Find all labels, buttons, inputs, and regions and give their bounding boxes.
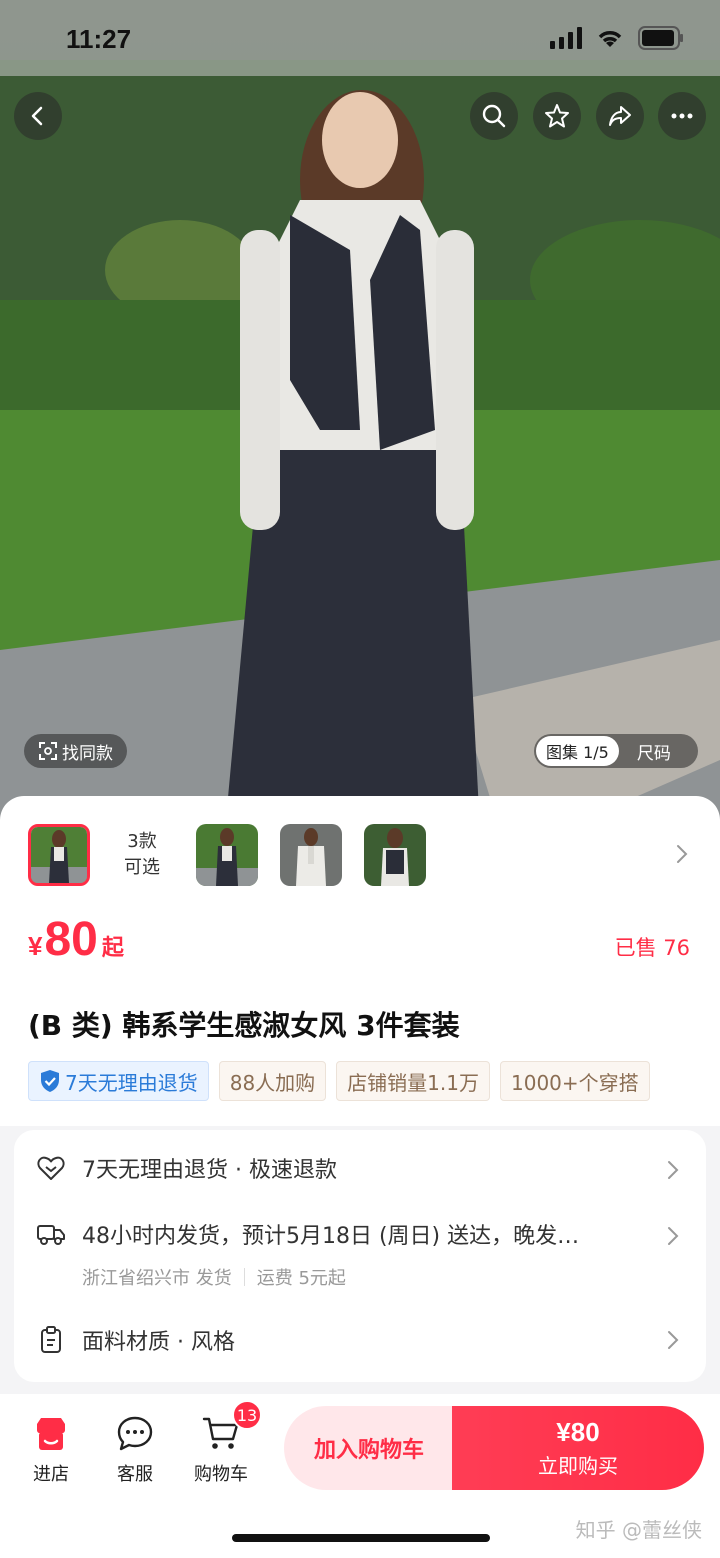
- status-time: 11:27: [66, 24, 132, 54]
- buy-now-price: ¥80: [556, 1417, 600, 1447]
- share-icon: [609, 106, 631, 126]
- variant-thumb[interactable]: [364, 824, 426, 886]
- price-value: 80: [44, 913, 98, 966]
- tag-label: 88人加购: [229, 1070, 316, 1095]
- variant-count-number: 3款: [127, 831, 157, 852]
- battery-icon: [638, 26, 684, 54]
- material-text: 面料材质 · 风格: [82, 1330, 235, 1355]
- chat-icon: [100, 1414, 170, 1454]
- home-indicator[interactable]: [232, 1534, 490, 1542]
- gallery-switch[interactable]: 图集 1/5 尺码: [534, 734, 698, 768]
- back-icon: [31, 106, 43, 126]
- buy-now-label: 立即购买: [538, 1454, 618, 1478]
- more-button[interactable]: [658, 92, 706, 140]
- buy-now-button[interactable]: ¥80 立即购买: [452, 1406, 704, 1490]
- heart-refund-icon: [36, 1153, 66, 1183]
- divider: [243, 1268, 245, 1286]
- chevron-right-icon[interactable]: [666, 1330, 680, 1350]
- scan-icon: [39, 742, 57, 760]
- signal-icon: [550, 27, 582, 53]
- variant-count-label: 可选: [124, 857, 160, 878]
- size-tab[interactable]: 尺码: [637, 739, 671, 764]
- shop-icon: [16, 1414, 86, 1454]
- shop-label: 进店: [33, 1464, 69, 1485]
- product-title: (B 类) 韩系学生感淑女风 3件套装: [28, 1009, 460, 1042]
- find-same-label: 找同款: [62, 743, 113, 764]
- price: ¥ 80 起: [28, 912, 124, 967]
- cart-badge: 13: [232, 1400, 262, 1430]
- service-section: 7天无理由退货 · 极速退款 48小时内发货，预计5月18日 (周日) 送达，晚…: [14, 1130, 706, 1382]
- chevron-right-icon[interactable]: [666, 1160, 680, 1180]
- chevron-right-icon[interactable]: [674, 844, 690, 864]
- search-icon: [482, 104, 506, 128]
- find-same-button[interactable]: 找同款: [24, 734, 127, 768]
- price-currency: ¥: [28, 931, 43, 961]
- watermark: 知乎 @蕾丝侠: [575, 1518, 702, 1542]
- variant-thumb[interactable]: [28, 824, 90, 886]
- return-policy-row[interactable]: 7天无理由退货 · 极速退款: [36, 1152, 337, 1184]
- chevron-right-icon[interactable]: [666, 1226, 680, 1246]
- shipping-text: 48小时内发货，预计5月18日 (周日) 送达，晚发…: [82, 1224, 580, 1249]
- tag-row: 7天无理由退货 88人加购 店铺销量1.1万 1000+个穿搭: [28, 1061, 692, 1101]
- product-info-card: 3款 可选 ¥ 80 起 已售 76 (B 类) 韩系学生感淑女风 3件套装 7…: [0, 796, 720, 1126]
- back-button[interactable]: [14, 92, 62, 140]
- shipping-fee: 运费 5元起: [256, 1268, 346, 1289]
- variant-thumb[interactable]: [196, 824, 258, 886]
- shield-check-icon: [41, 1070, 59, 1092]
- tag-label: 1000+个穿搭: [511, 1070, 639, 1095]
- shipping-detail: 浙江省绍兴市 发货 运费 5元起: [82, 1264, 346, 1290]
- return-policy-text: 7天无理由退货 · 极速退款: [82, 1158, 337, 1183]
- bottom-action-bar: 进店 客服 购物车 13 加入购物车 ¥80 立即购买 知乎 @蕾丝侠: [0, 1394, 720, 1558]
- star-icon: [545, 104, 569, 128]
- customer-service-tab[interactable]: 客服: [100, 1414, 170, 1486]
- sold-count: 已售 76: [614, 936, 690, 960]
- variant-count: 3款 可选: [112, 829, 172, 881]
- shipping-row[interactable]: 48小时内发货，预计5月18日 (周日) 送达，晚发…: [36, 1218, 579, 1250]
- truck-icon: [36, 1219, 66, 1249]
- ship-origin: 浙江省绍兴市 发货: [82, 1268, 232, 1289]
- variant-thumb[interactable]: [280, 824, 342, 886]
- variant-selector[interactable]: 3款 可选: [28, 824, 448, 886]
- cart-label: 购物车: [194, 1464, 248, 1485]
- status-bar: 11:27: [0, 0, 720, 76]
- tag-label: 7天无理由退货: [65, 1070, 198, 1095]
- add-to-cart-button[interactable]: 加入购物车: [284, 1406, 454, 1490]
- tag-add-cart-count: 88人加购: [218, 1061, 327, 1101]
- tag-outfit-count: 1000+个穿搭: [500, 1061, 650, 1101]
- clipboard-icon: [36, 1325, 66, 1355]
- wifi-icon: [596, 27, 624, 53]
- price-suffix: 起: [101, 935, 124, 960]
- shop-tab[interactable]: 进店: [16, 1414, 86, 1486]
- more-icon: [671, 113, 693, 119]
- favorite-button[interactable]: [533, 92, 581, 140]
- tag-return-policy[interactable]: 7天无理由退货: [28, 1061, 209, 1101]
- product-detail-page: 11:27 找同款 图集 1/5 尺码 3款 可选 ¥ 80 起 已售 76 (…: [0, 0, 720, 1558]
- tag-shop-sales: 店铺销量1.1万: [336, 1061, 490, 1101]
- tag-label: 店铺销量1.1万: [347, 1070, 479, 1095]
- customer-service-label: 客服: [117, 1464, 153, 1485]
- material-row[interactable]: 面料材质 · 风格: [36, 1324, 235, 1356]
- gallery-counter[interactable]: 图集 1/5: [536, 736, 619, 766]
- share-button[interactable]: [596, 92, 644, 140]
- search-button[interactable]: [470, 92, 518, 140]
